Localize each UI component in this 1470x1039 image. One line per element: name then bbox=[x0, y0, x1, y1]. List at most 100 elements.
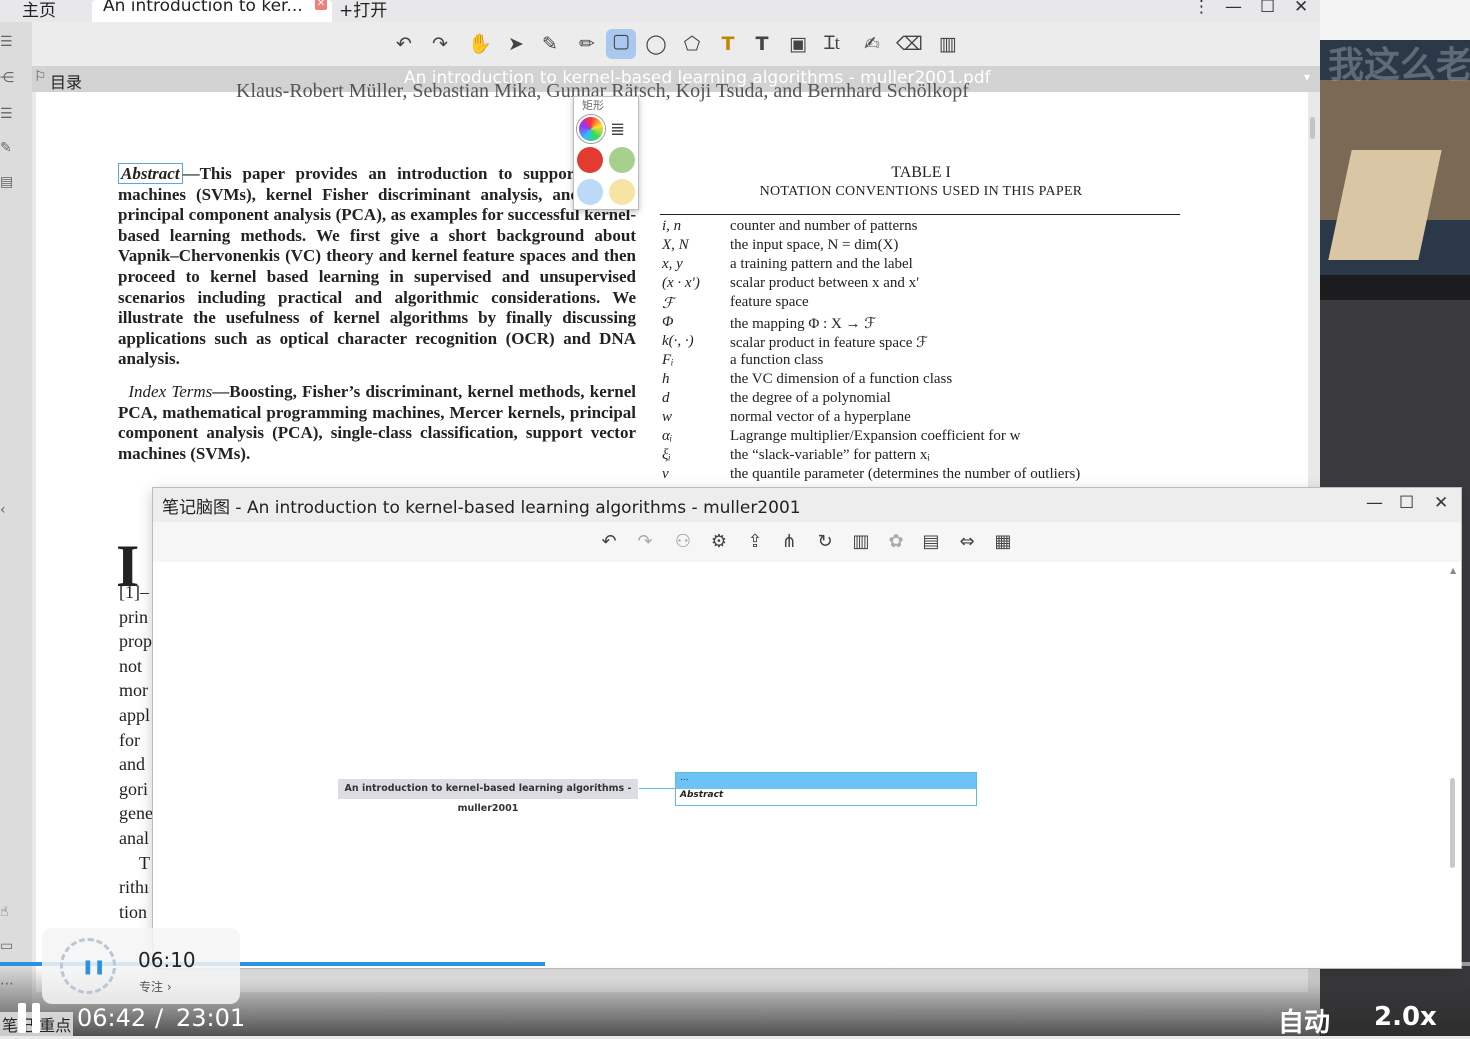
picker-title: 矩形 bbox=[582, 99, 604, 112]
mindmap-child-text: Abstract bbox=[680, 790, 724, 800]
text-style-icon[interactable]: Ɪt bbox=[820, 32, 844, 56]
notation-row: d the degree of a polynomial bbox=[660, 390, 1220, 409]
line-weight-icon[interactable]: ≣ bbox=[610, 119, 625, 140]
open-tab-button[interactable]: +打开 bbox=[339, 0, 387, 21]
total-time: 23:01 bbox=[176, 1004, 246, 1032]
sidebar-toggle-icon[interactable]: ▥ bbox=[936, 32, 960, 56]
list-icon[interactable]: ☰ bbox=[0, 106, 16, 126]
redo-icon[interactable]: ↷ bbox=[633, 530, 657, 554]
color-swatch-yellow[interactable] bbox=[609, 179, 635, 205]
abstract-paragraph: Abstract —This paper provides an introduc… bbox=[118, 163, 636, 370]
pdf-toolbar: ↶ ↷ ✋ ➤ ✎ ✏ ▢ ◯ ⬠ T T ▣ Ɪt ✍ ⌫ ▥ bbox=[32, 22, 1320, 66]
page-scrollbar[interactable] bbox=[1308, 92, 1316, 492]
refresh-icon[interactable]: ↻ bbox=[813, 530, 837, 554]
select-cursor-icon[interactable]: ➤ bbox=[504, 32, 528, 56]
body-text-fragment: mor bbox=[119, 680, 148, 701]
notation-row: X, N the input space, N = dim(X) bbox=[660, 237, 1220, 256]
tab-document-label: An introduction to ker... bbox=[103, 0, 303, 16]
notation-row: ℱfeature space bbox=[660, 294, 1220, 313]
scroll-up-icon[interactable]: ▲ bbox=[1450, 566, 1456, 575]
settings-gear-icon[interactable]: ⚙ bbox=[707, 530, 731, 554]
notation-row: x, y a training pattern and the label bbox=[660, 256, 1220, 275]
polygon-tool-icon[interactable]: ⬠ bbox=[680, 32, 704, 56]
body-text-fragment: appl bbox=[119, 705, 150, 725]
body-text-fragment: anal bbox=[119, 828, 149, 848]
mindmap-scrollbar[interactable] bbox=[1450, 778, 1455, 868]
playback-speed-button[interactable]: 2.0x bbox=[1374, 1002, 1437, 1032]
split-view-icon[interactable]: ▥ bbox=[849, 530, 873, 554]
dropdown-chevron-icon[interactable]: ▾ bbox=[1304, 70, 1310, 84]
notation-row: h the VC dimension of a function class bbox=[660, 371, 1220, 390]
current-time: 06:42 bbox=[77, 1004, 147, 1032]
textbox-icon[interactable]: ▣ bbox=[786, 32, 810, 56]
notation-symbol: Φ bbox=[662, 313, 674, 330]
underline-text-icon[interactable]: T bbox=[750, 32, 774, 56]
grid-apps-icon[interactable]: ▦ bbox=[991, 530, 1015, 554]
quality-auto-button[interactable]: 自动 bbox=[1278, 1002, 1330, 1039]
tab-home[interactable]: 主页 bbox=[22, 0, 56, 21]
notation-description: a function class bbox=[730, 351, 824, 368]
notation-row: αᵢ Lagrange multiplier/Expansion coeffici… bbox=[660, 428, 1220, 447]
mindmap-toolbar: ↶ ↷ ⚇ ⚙ ⇪ ⋔ ↻ ▥ ✿ ▤ ⇔ ▦ bbox=[153, 522, 1461, 562]
mindmap-child-header: ... bbox=[676, 773, 976, 789]
pen-icon[interactable]: ✎ bbox=[0, 140, 16, 160]
markdown-icon[interactable]: ▤ bbox=[0, 174, 16, 194]
minimize-button[interactable]: — bbox=[1225, 0, 1242, 17]
index-terms-paragraph: Index Terms—Boosting, Fisher’s discrimin… bbox=[118, 382, 636, 464]
notation-description: the “slack-variable” for pattern xᵢ bbox=[730, 447, 930, 464]
node-structure-icon[interactable]: ⚇ bbox=[671, 530, 695, 554]
undo-icon[interactable]: ↶ bbox=[597, 530, 621, 554]
highlight-text-icon[interactable]: T bbox=[716, 32, 740, 56]
color-swatch-red[interactable] bbox=[577, 147, 603, 173]
notation-description: normal vector of a hyperplane bbox=[730, 409, 911, 425]
tab-close-icon[interactable]: ✕ bbox=[315, 0, 327, 10]
pause-icon[interactable] bbox=[18, 1003, 42, 1033]
mindmap-root-node[interactable]: An introduction to kernel-based learning… bbox=[338, 779, 638, 814]
mindmap-child-node[interactable]: ... Abstract bbox=[675, 772, 977, 806]
custom-color-wheel-icon[interactable] bbox=[577, 115, 605, 143]
outline-icon[interactable]: ☰ bbox=[0, 34, 16, 54]
fit-width-icon[interactable]: ⇔ bbox=[955, 530, 979, 554]
rectangle-tool-icon[interactable]: ▢ bbox=[606, 29, 636, 59]
mindmap-maximize-button[interactable]: ☐ bbox=[1399, 493, 1414, 513]
mindmap-minimize-button[interactable]: — bbox=[1366, 493, 1383, 513]
shape-color-picker: 矩形 ≣ bbox=[573, 96, 639, 210]
focus-time: 06:10 bbox=[138, 948, 196, 972]
toc-button[interactable]: 目录 bbox=[50, 69, 82, 93]
eraser-icon[interactable]: ⌫ bbox=[896, 32, 923, 56]
mindmap-close-button[interactable]: ✕ bbox=[1434, 493, 1448, 513]
body-text-fragment: prop bbox=[119, 631, 152, 652]
tab-document[interactable]: An introduction to ker... ✕ bbox=[92, 0, 332, 22]
export-icon[interactable]: ⇪ bbox=[743, 530, 767, 554]
hand-icon[interactable]: ☝ bbox=[0, 904, 16, 924]
close-button[interactable]: ✕ bbox=[1294, 0, 1308, 17]
abstract-label[interactable]: Abstract bbox=[118, 163, 183, 184]
theme-flower-icon[interactable]: ✿ bbox=[884, 530, 908, 554]
collapse-arrow-icon[interactable]: ‹ bbox=[0, 502, 16, 522]
ellipse-tool-icon[interactable]: ◯ bbox=[644, 32, 668, 56]
highlighter-icon[interactable]: ✏ bbox=[575, 32, 599, 56]
signature-icon[interactable]: ✍ bbox=[860, 32, 884, 56]
notation-description: the input space, N = dim(X) bbox=[730, 237, 899, 254]
focus-label[interactable]: 专注 › bbox=[139, 978, 172, 995]
focus-timer-widget[interactable]: ❚❚ 06:10 专注 › bbox=[42, 928, 240, 1004]
notation-symbol: h bbox=[662, 370, 670, 387]
pen-tool-icon[interactable]: ✎ bbox=[538, 32, 562, 56]
hand-tool-icon[interactable]: ✋ bbox=[468, 32, 492, 56]
more-menu-icon[interactable]: ⋮ bbox=[1193, 0, 1210, 17]
undo-icon[interactable]: ↶ bbox=[392, 32, 416, 56]
notation-row: ν the quantile parameter (determines the … bbox=[660, 466, 1220, 485]
layout-tree-icon[interactable]: ⋔ bbox=[777, 530, 801, 554]
index-terms-label: Index Terms bbox=[128, 382, 213, 401]
color-swatch-blue[interactable] bbox=[577, 179, 603, 205]
color-swatch-green[interactable] bbox=[609, 147, 635, 173]
panel-icon[interactable]: ▭ bbox=[0, 938, 16, 958]
bookmark-icon[interactable]: ⚐ bbox=[34, 69, 47, 85]
notation-row: Φthe mapping Φ : X → ℱ bbox=[660, 314, 1220, 333]
maximize-button[interactable]: ☐ bbox=[1260, 0, 1275, 17]
focus-pause-icon[interactable]: ❚❚ bbox=[82, 959, 105, 975]
mindmap-icon[interactable]: ⋲ bbox=[0, 70, 16, 90]
redo-icon[interactable]: ↷ bbox=[428, 32, 452, 56]
outline-view-icon[interactable]: ▤ bbox=[919, 530, 943, 554]
notation-symbol: d bbox=[662, 389, 670, 406]
